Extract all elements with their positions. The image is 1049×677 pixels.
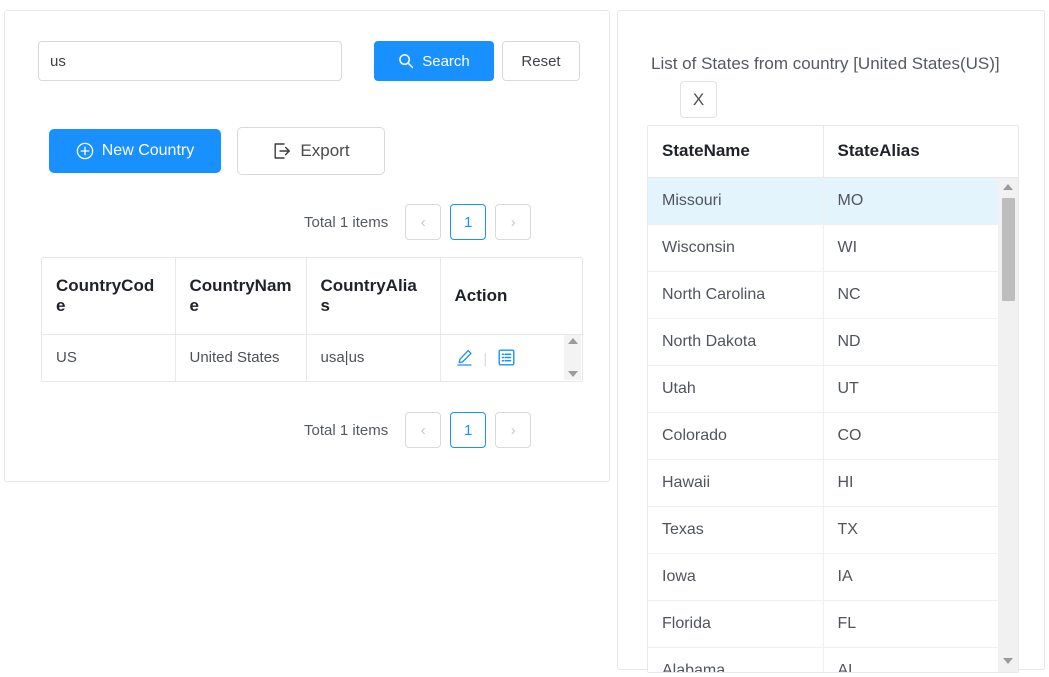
cell-statename: North Dakota <box>648 318 824 366</box>
state-list-icon[interactable] <box>497 348 516 367</box>
pagination-total-bottom: Total 1 items <box>304 421 389 439</box>
cell-statename: Texas <box>648 506 824 554</box>
new-country-label: New Country <box>101 142 195 159</box>
column-header-statename: StateName <box>648 126 824 178</box>
cell-statealias: MO <box>823 177 1018 225</box>
pagination-next-bottom[interactable]: › <box>495 412 532 448</box>
table-row[interactable]: Texas TX <box>648 506 1018 554</box>
table-row[interactable]: Utah UT <box>648 365 1018 413</box>
app-root: Search Reset New Country <box>0 0 1049 677</box>
cell-countryname: United States <box>175 334 307 381</box>
table-row[interactable]: Missouri MO <box>648 177 1018 225</box>
cell-statename: Wisconsin <box>648 224 824 272</box>
cell-statealias: TX <box>823 506 1018 554</box>
cell-statename: Florida <box>648 600 824 648</box>
cell-statealias: FL <box>823 600 1018 648</box>
table-row[interactable]: Alabama AL <box>648 647 1018 672</box>
scrollbar-thumb[interactable] <box>1001 198 1015 301</box>
column-header-countryalias: CountryAlias <box>306 258 441 335</box>
cell-statealias: CO <box>823 412 1018 460</box>
cell-statename: Utah <box>648 365 824 413</box>
search-toolbar: Search Reset <box>38 41 580 81</box>
close-panel-button[interactable]: X <box>680 81 717 118</box>
cell-statealias: AL <box>823 647 1018 672</box>
pagination-next-top[interactable]: › <box>495 204 532 240</box>
country-table-header-row: CountryCode CountryName CountryAlias Act… <box>42 258 584 335</box>
action-divider: | <box>483 349 488 366</box>
cell-statename: Hawaii <box>648 459 824 507</box>
scroll-down-icon[interactable] <box>1003 652 1013 670</box>
export-icon <box>272 141 292 161</box>
table-row[interactable]: Colorado CO <box>648 412 1018 460</box>
pagination-bottom: Total 1 items ‹ 1 › <box>304 412 532 448</box>
cell-statealias: WI <box>823 224 1018 272</box>
country-table: CountryCode CountryName CountryAlias Act… <box>41 257 584 382</box>
cell-statealias: ND <box>823 318 1018 366</box>
table-row[interactable]: North Dakota ND <box>648 318 1018 366</box>
country-table-scrollbar[interactable] <box>564 335 581 380</box>
cell-statealias: HI <box>823 459 1018 507</box>
cell-statealias: NC <box>823 271 1018 319</box>
state-table: StateName StateAlias Missouri MO Wisconsin… <box>647 125 1019 673</box>
reset-button[interactable]: Reset <box>502 41 580 81</box>
column-header-countrycode: CountryCode <box>42 258 176 335</box>
plus-circle-icon <box>76 142 94 160</box>
state-panel-title: List of States from country [United Stat… <box>651 54 1000 73</box>
pagination-total-top: Total 1 items <box>304 213 389 231</box>
search-button-label: Search <box>422 52 470 70</box>
cell-statename: North Carolina <box>648 271 824 319</box>
pagination-prev-bottom[interactable]: ‹ <box>405 412 442 448</box>
scroll-down-icon[interactable] <box>567 371 578 377</box>
cell-countrycode: US <box>42 334 176 381</box>
edit-pencil-icon[interactable] <box>455 348 474 367</box>
pagination-page-1-top[interactable]: 1 <box>450 204 487 240</box>
pagination-prev-top[interactable]: ‹ <box>405 204 442 240</box>
table-row[interactable]: Wisconsin WI <box>648 224 1018 272</box>
new-country-button[interactable]: New Country <box>49 129 221 173</box>
table-row[interactable]: US United States usa|us | <box>42 334 584 381</box>
table-row[interactable]: Iowa IA <box>648 553 1018 601</box>
table-row[interactable]: Florida FL <box>648 600 1018 648</box>
column-header-statealias: StateAlias <box>823 126 1018 178</box>
action-toolbar: New Country Export <box>49 127 385 175</box>
scroll-up-icon[interactable] <box>1003 178 1013 196</box>
state-table-header-row: StateName StateAlias <box>648 126 1018 178</box>
state-table-scrollbar[interactable] <box>998 178 1018 672</box>
state-panel: List of States from country [United Stat… <box>617 10 1045 673</box>
cell-statealias: UT <box>823 365 1018 413</box>
table-row[interactable]: Hawaii HI <box>648 459 1018 507</box>
pagination-top: Total 1 items ‹ 1 › <box>304 204 532 240</box>
export-button[interactable]: Export <box>237 127 385 175</box>
table-row[interactable]: North Carolina NC <box>648 271 1018 319</box>
scroll-up-icon[interactable] <box>567 338 578 344</box>
column-header-action: Action <box>440 258 584 335</box>
cell-statealias: IA <box>823 553 1018 601</box>
pagination-page-1-bottom[interactable]: 1 <box>450 412 487 448</box>
search-icon <box>398 53 414 69</box>
cell-action: | <box>440 334 584 381</box>
column-header-countryname: CountryName <box>175 258 307 335</box>
export-label: Export <box>300 141 350 160</box>
search-button[interactable]: Search <box>374 41 494 81</box>
cell-statename: Iowa <box>648 553 824 601</box>
cell-statename: Alabama <box>648 647 824 672</box>
cell-countryalias: usa|us <box>306 334 441 381</box>
search-input[interactable] <box>38 41 342 81</box>
cell-statename: Colorado <box>648 412 824 460</box>
cell-statename: Missouri <box>648 177 824 225</box>
country-panel: Search Reset New Country <box>4 10 610 482</box>
